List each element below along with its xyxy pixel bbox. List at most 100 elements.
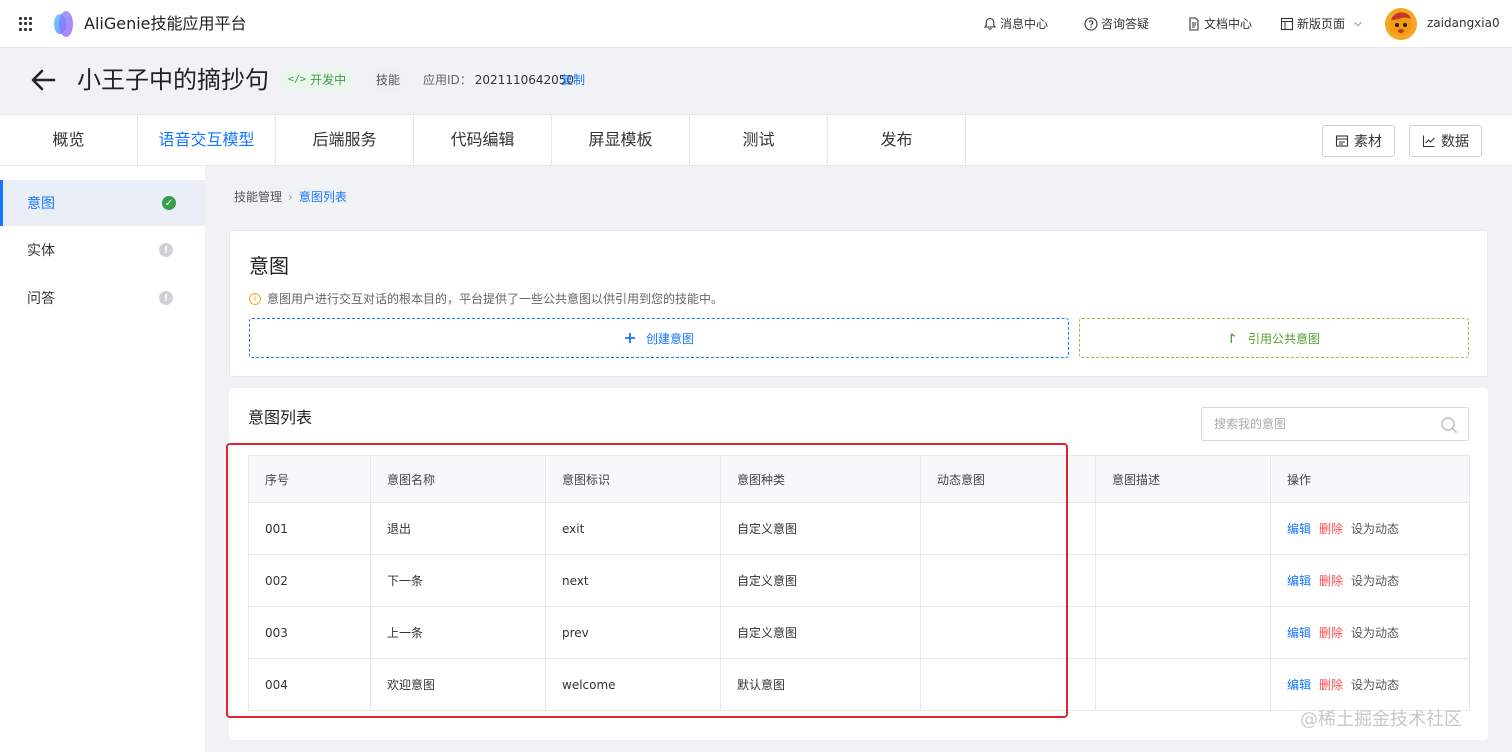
delete-link[interactable]: 删除	[1319, 522, 1343, 536]
code-icon: </>	[288, 74, 307, 85]
tab-voice-model[interactable]: 语音交互模型	[138, 115, 276, 165]
material-button[interactable]: 素材	[1322, 125, 1395, 157]
bell-icon	[983, 17, 997, 30]
edit-link[interactable]: 编辑	[1287, 678, 1311, 692]
line-chart-icon	[1422, 135, 1435, 148]
dynamic-intent	[920, 554, 1096, 607]
intent-kind: 自定义意图	[720, 606, 921, 659]
consult-link[interactable]: 咨询答疑	[1084, 15, 1149, 33]
app-id: 应用ID： 2021110642050	[423, 72, 574, 88]
info-circle-icon: i	[249, 293, 261, 305]
new-page-label: 新版页面	[1297, 17, 1346, 31]
intent-identifier: prev	[545, 606, 721, 659]
docs-label: 文档中心	[1204, 17, 1253, 31]
table-row: 003 上一条 prev 自定义意图 编辑 删除 设为动态	[248, 606, 1470, 659]
import-public-intent-label: 引用公共意图	[1247, 331, 1320, 346]
tab-publish[interactable]: 发布	[828, 115, 966, 165]
exclamation-circle-icon: !	[159, 291, 173, 305]
set-dynamic-link[interactable]: 设为动态	[1351, 678, 1399, 692]
intent-tip-text: 意图用户进行交互对话的根本目的，平台提供了一些公共意图以供引用到您的技能中。	[267, 292, 724, 306]
import-public-intent-button[interactable]: 引用公共意图	[1079, 318, 1469, 358]
plus-icon	[624, 333, 635, 343]
intent-table: 序号 意图名称 意图标识 意图种类 动态意图 意图描述 操作 001 退出 ex…	[248, 455, 1470, 711]
app-id-value: 2021110642050	[474, 73, 575, 87]
intent-identifier: exit	[545, 502, 721, 555]
data-label: 数据	[1441, 134, 1469, 150]
back-arrow-icon[interactable]	[30, 68, 56, 92]
set-dynamic-link[interactable]: 设为动态	[1351, 522, 1399, 536]
column-header: 操作	[1270, 455, 1470, 503]
exclamation-circle-icon: !	[159, 243, 173, 257]
page-title: 小王子中的摘抄句	[77, 66, 269, 94]
row-number: 001	[248, 502, 371, 555]
document-icon	[1189, 17, 1199, 31]
row-number: 003	[248, 606, 371, 659]
sidebar: 意图 ✓ 实体 ! 问答 !	[0, 166, 205, 752]
intent-name: 退出	[370, 502, 546, 555]
material-icon	[1335, 135, 1349, 147]
intent-tip: i 意图用户进行交互对话的根本目的，平台提供了一些公共意图以供引用到您的技能中。	[249, 291, 723, 307]
set-dynamic-link[interactable]: 设为动态	[1351, 574, 1399, 588]
breadcrumb: 技能管理 › 意图列表	[234, 189, 347, 205]
edit-link[interactable]: 编辑	[1287, 626, 1311, 640]
create-intent-button[interactable]: 创建意图	[249, 318, 1069, 358]
watermark: @稀土掘金技术社区	[1300, 709, 1462, 730]
tab-overview[interactable]: 概览	[0, 115, 138, 165]
table-row: 002 下一条 next 自定义意图 编辑 删除 设为动态	[248, 554, 1470, 607]
column-header: 序号	[248, 455, 371, 503]
breadcrumb-parent[interactable]: 技能管理	[234, 189, 282, 205]
column-header: 意图标识	[545, 455, 721, 503]
search-input[interactable]	[1202, 408, 1432, 440]
edit-link[interactable]: 编辑	[1287, 522, 1311, 536]
tab-screen-template[interactable]: 屏显模板	[552, 115, 690, 165]
status-badge-label: 开发中	[310, 73, 347, 87]
consult-label: 咨询答疑	[1101, 17, 1150, 31]
data-button[interactable]: 数据	[1409, 125, 1482, 157]
delete-link[interactable]: 删除	[1319, 678, 1343, 692]
intent-kind: 自定义意图	[720, 502, 921, 555]
column-header: 动态意图	[920, 455, 1096, 503]
dynamic-intent	[920, 606, 1096, 659]
intent-kind: 自定义意图	[720, 554, 921, 607]
row-actions: 编辑 删除 设为动态	[1270, 554, 1470, 607]
dynamic-intent	[920, 502, 1096, 555]
app-grid-icon[interactable]	[19, 17, 33, 31]
row-actions: 编辑 删除 设为动态	[1270, 606, 1470, 659]
row-number: 002	[248, 554, 371, 607]
sidebar-item-label: 问答	[27, 291, 55, 307]
top-header: AliGenie技能应用平台 消息中心 咨询答疑 文档中心 新版页面 zaida…	[0, 0, 1512, 48]
aligenie-logo	[54, 11, 73, 37]
message-center-label: 消息中心	[1000, 17, 1049, 31]
row-actions: 编辑 删除 设为动态	[1270, 502, 1470, 555]
search-icon[interactable]	[1440, 416, 1458, 434]
status-badge: </> 开发中	[280, 69, 355, 91]
intent-identifier: welcome	[545, 658, 721, 711]
copy-link[interactable]: 复制	[561, 72, 585, 88]
tab-test[interactable]: 测试	[690, 115, 828, 165]
username[interactable]: zaidangxia0	[1427, 16, 1500, 30]
tab-code-editor[interactable]: 代码编辑	[414, 115, 552, 165]
intent-description	[1095, 554, 1271, 607]
sidebar-item-entity[interactable]: 实体 !	[0, 227, 205, 273]
tab-backend[interactable]: 后端服务	[276, 115, 414, 165]
app-title[interactable]: AliGenie技能应用平台	[84, 13, 247, 35]
row-number: 004	[248, 658, 371, 711]
docs-link[interactable]: 文档中心	[1187, 15, 1252, 33]
intent-description	[1095, 658, 1271, 711]
user-avatar[interactable]	[1385, 8, 1417, 40]
chevron-down-icon	[1354, 21, 1362, 27]
sidebar-item-intent[interactable]: 意图 ✓	[0, 180, 205, 226]
table-header-row: 序号 意图名称 意图标识 意图种类 动态意图 意图描述 操作	[248, 455, 1470, 503]
arrow-up-icon	[1230, 333, 1236, 343]
check-circle-icon: ✓	[162, 196, 176, 210]
delete-link[interactable]: 删除	[1319, 626, 1343, 640]
set-dynamic-link[interactable]: 设为动态	[1351, 626, 1399, 640]
message-center-link[interactable]: 消息中心	[983, 15, 1048, 33]
sidebar-item-qa[interactable]: 问答 !	[0, 275, 205, 321]
edit-link[interactable]: 编辑	[1287, 574, 1311, 588]
table-row: 004 欢迎意图 welcome 默认意图 编辑 删除 设为动态	[248, 658, 1470, 711]
new-page-link[interactable]: 新版页面	[1280, 15, 1364, 33]
column-header: 意图名称	[370, 455, 546, 503]
delete-link[interactable]: 删除	[1319, 574, 1343, 588]
intent-list-title: 意图列表	[248, 408, 313, 427]
